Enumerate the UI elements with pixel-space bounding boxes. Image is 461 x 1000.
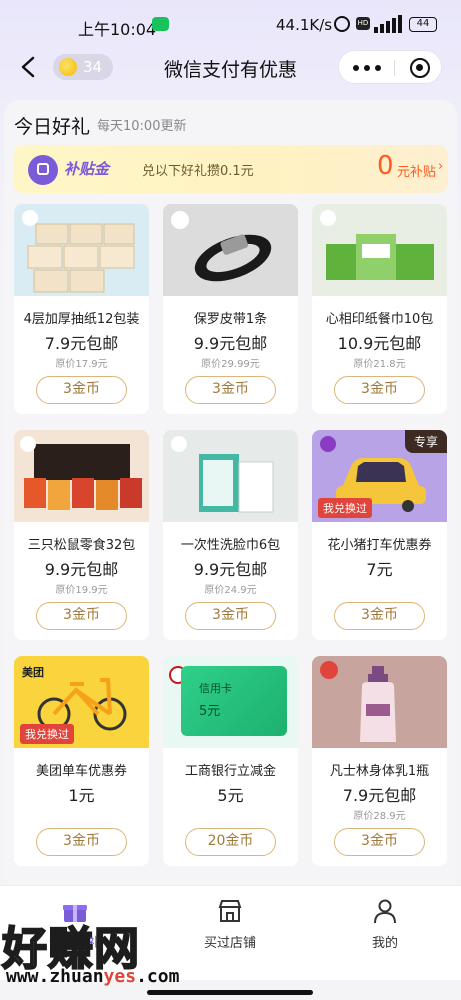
close-miniprogram-icon[interactable] (410, 58, 430, 78)
product-price: 9.9元包邮 (44, 560, 119, 579)
product-name: 4层加厚抽纸12包装 (23, 312, 140, 327)
redeem-button[interactable]: 3金币 (334, 602, 425, 630)
product-card[interactable]: 一次性洗脸巾6包 9.9元包邮 原价24.9元 3金币 (163, 430, 298, 640)
subsidy-badge: 补贴金 (64, 160, 110, 178)
store-icon (218, 900, 242, 922)
more-icon[interactable] (353, 65, 381, 71)
product-name: 工商银行立减金 (184, 764, 276, 779)
battery-icon: 44 (409, 17, 437, 32)
product-original-price: 原价17.9元 (55, 359, 108, 370)
product-card[interactable]: 信用卡 5元 工商银行立减金 5元 20金币 (163, 656, 298, 866)
redeem-button[interactable]: 3金币 (185, 602, 276, 630)
bank-card-icon: 信用卡 5元 (163, 656, 298, 748)
product-name: 三只松鼠零食32包 (27, 538, 136, 553)
subsidy-banner[interactable]: 补贴金 兑以下好礼攒0.1元 0 元补贴 › (13, 145, 448, 193)
product-price: 9.9元包邮 (193, 560, 268, 579)
subsidy-amount: 0 (377, 151, 394, 181)
product-name: 花小猪打车优惠券 (327, 538, 432, 553)
tab-today-gifts[interactable]: 今日好礼 (20, 896, 130, 956)
gift-icon (63, 905, 87, 922)
exclusive-tag: 专享 (404, 430, 447, 453)
lotion-bottle-icon (312, 656, 447, 748)
wechat-icon (152, 17, 169, 31)
product-name: 保罗皮带1条 (193, 312, 268, 327)
product-original-price: 原价28.9元 (353, 811, 406, 822)
redeem-button[interactable]: 3金币 (36, 376, 127, 404)
meituan-logo: 美团 (22, 666, 44, 679)
product-name: 凡士林身体乳1瓶 (329, 764, 430, 779)
tab-label: 我的 (371, 936, 398, 951)
subsidy-unit: 元补贴 (397, 165, 437, 180)
main-panel: 今日好礼 每天10:00更新 补贴金 兑以下好礼攒0.1元 0 元补贴 › 4层… (4, 100, 457, 890)
miniprogram-capsule (338, 50, 442, 84)
section-title: 今日好礼 (14, 116, 91, 138)
home-indicator (147, 990, 313, 995)
signal-icon (374, 15, 404, 33)
network-speed: 44.1K/s (276, 16, 333, 34)
product-name: 美团单车优惠券 (35, 764, 127, 779)
subsidy-bag-icon (28, 155, 58, 185)
hd-icon: HD (356, 17, 370, 30)
snack-box-icon (14, 430, 149, 522)
chevron-right-icon: › (438, 159, 444, 174)
product-card[interactable]: 心相印纸餐巾10包 10.9元包邮 原价21.8元 3金币 (312, 204, 447, 414)
tab-label: 今日好礼 (48, 936, 101, 951)
product-price: 7.9元包邮 (44, 334, 119, 353)
product-card[interactable]: 美团 我兑换过 美团单车优惠券 1元 3金币 (14, 656, 149, 866)
product-card[interactable]: 保罗皮带1条 9.9元包邮 原价29.99元 3金币 (163, 204, 298, 414)
taxi-car-icon: 专享 我兑换过 (312, 430, 447, 522)
subsidy-text: 兑以下好礼攒0.1元 (142, 164, 254, 179)
nav-bar: 34 微信支付有优惠 (0, 48, 461, 88)
redeem-button[interactable]: 3金币 (185, 376, 276, 404)
product-price: 10.9元包邮 (337, 334, 422, 353)
product-card[interactable]: 三只松鼠零食32包 9.9元包邮 原价19.9元 3金币 (14, 430, 149, 640)
napkin-pack-icon (312, 204, 447, 296)
redeemed-tag: 我兑换过 (20, 724, 74, 744)
product-price: 9.9元包邮 (193, 334, 268, 353)
belt-icon (163, 204, 298, 296)
status-time: 上午10:04 (78, 20, 157, 39)
product-original-price: 原价29.99元 (201, 359, 260, 370)
status-bar: 上午10:04 44.1K/s HD 44 (0, 0, 461, 48)
redeem-button[interactable]: 3金币 (36, 828, 127, 856)
product-name: 一次性洗脸巾6包 (180, 538, 281, 553)
redeem-button[interactable]: 20金币 (185, 828, 276, 856)
product-card[interactable]: 专享 我兑换过 花小猪打车优惠券 7元 3金币 (312, 430, 447, 640)
product-price: 7.9元包邮 (342, 786, 417, 805)
card-amount: 5元 (199, 704, 221, 719)
bottom-tab-bar: 今日好礼 买过店铺 我的 (0, 885, 461, 980)
product-card[interactable]: 凡士林身体乳1瓶 7.9元包邮 原价28.9元 3金币 (312, 656, 447, 866)
redeem-button[interactable]: 3金币 (334, 376, 425, 404)
capsule-divider (394, 60, 395, 76)
bicycle-icon: 美团 我兑换过 (14, 656, 149, 748)
tab-label: 买过店铺 (203, 936, 256, 951)
section-subtitle: 每天10:00更新 (97, 119, 187, 134)
redeem-button[interactable]: 3金币 (36, 602, 127, 630)
redeem-button[interactable]: 3金币 (334, 828, 425, 856)
product-card[interactable]: 4层加厚抽纸12包装 7.9元包邮 原价17.9元 3金币 (14, 204, 149, 414)
card-label: 信用卡 (199, 682, 232, 695)
alarm-icon (334, 16, 350, 32)
tab-purchased-stores[interactable]: 买过店铺 (175, 896, 285, 956)
product-name: 心相印纸餐巾10包 (325, 312, 434, 327)
product-price: 5元 (217, 786, 244, 805)
redeemed-tag: 我兑换过 (318, 498, 372, 518)
product-original-price: 原价19.9元 (55, 585, 108, 596)
product-price: 1元 (68, 786, 95, 805)
product-original-price: 原价24.9元 (204, 585, 257, 596)
person-icon (374, 899, 396, 924)
tab-me[interactable]: 我的 (330, 896, 440, 956)
product-price: 7元 (366, 560, 393, 579)
face-towel-icon (163, 430, 298, 522)
product-original-price: 原价21.8元 (353, 359, 406, 370)
tissue-pack-icon (14, 204, 149, 296)
